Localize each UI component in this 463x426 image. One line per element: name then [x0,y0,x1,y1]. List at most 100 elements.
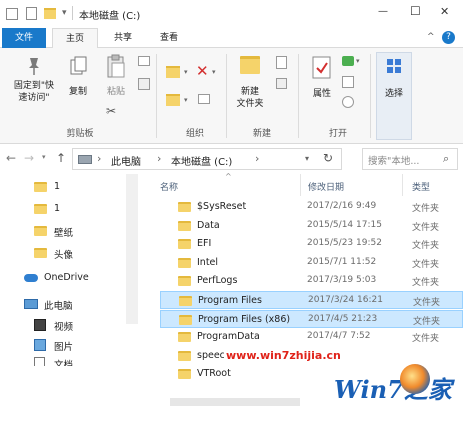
nav-item-onedrive[interactable]: OneDrive [24,272,124,288]
file-row[interactable]: Program Files 2017/3/24 16:21 文件夹 [160,291,463,309]
open-group-label: 打开 [328,129,347,139]
properties-icon [312,56,332,83]
nav-item-quick-folder[interactable]: 头像 [34,246,124,262]
customize-dropdown-icon[interactable]: ▾ [62,8,67,18]
file-row[interactable]: EFI 2015/5/23 19:52 文件夹 [160,235,463,253]
copy-path-icon[interactable] [138,56,150,66]
breadcrumb-separator[interactable]: › [255,152,259,165]
column-header-type[interactable]: 类型 [412,180,430,193]
help-icon[interactable]: ? [442,31,455,44]
nav-item-this-pc[interactable]: 此电脑 [24,298,124,314]
file-row[interactable]: PerfLogs 2017/3/19 5:03 文件夹 [160,272,463,290]
new-folder-button[interactable]: 新建 文件夹 [228,86,272,110]
folder-icon [178,350,191,361]
copy-to-dropdown-icon[interactable]: ▾ [184,96,188,104]
back-button[interactable]: ← [6,151,16,165]
copy-to-icon[interactable] [166,94,180,106]
properties-quick-icon[interactable] [26,7,37,20]
file-date: 2017/3/24 16:21 [308,295,383,305]
delete-icon[interactable]: ✕ [196,62,209,80]
search-box[interactable]: 搜索"本地... ⌕ [362,148,458,170]
forward-button[interactable]: → [24,151,34,165]
cut-icon[interactable]: ✂ [106,104,116,118]
breadcrumb-this-pc[interactable]: 此电脑 [111,153,141,168]
nav-item-quick-folder[interactable]: 1 [34,202,124,218]
document-icon [34,357,45,366]
tab-view[interactable]: 查看 [150,28,188,48]
column-divider[interactable] [402,174,403,196]
file-row[interactable]: $SysReset 2017/2/16 9:49 文件夹 [160,198,463,216]
nav-item-label: 壁纸 [54,228,74,239]
open-icon[interactable] [342,56,354,66]
video-icon [34,319,46,331]
folder-icon [178,369,191,380]
breadcrumb-separator[interactable]: › [157,152,161,165]
nav-item-videos[interactable]: 视频 [34,318,124,334]
nav-item-quick-folder[interactable]: 壁纸 [34,224,124,240]
minimize-button[interactable]: — [378,6,388,17]
nav-item-pictures[interactable]: 图片 [34,338,124,354]
file-row[interactable]: ProgramData 2017/4/7 7:52 文件夹 [160,328,463,346]
new-folder-quick-icon[interactable] [44,8,56,19]
pin-quick-access-button[interactable]: 固定到"快 速访问" [8,80,60,104]
nav-item-label: 视频 [54,322,74,333]
history-icon[interactable] [342,96,354,108]
column-header-name[interactable]: 名称 [160,180,178,193]
recent-dropdown-icon[interactable]: ▾ [42,153,46,161]
watermark-logo: Win7之家 [330,362,460,410]
breadcrumb-drive[interactable]: 本地磁盘 (C:) [171,153,232,168]
folder-icon [179,296,192,306]
tab-file[interactable]: 文件 [2,28,46,48]
cloud-icon [24,274,38,282]
select-button[interactable]: 选择 [378,88,410,100]
windows-flag-icon [400,364,430,394]
new-item-icon[interactable] [276,56,287,69]
folder-icon [178,276,191,287]
quick-access-icon[interactable] [6,8,18,20]
nav-item-label: 文档 [54,360,74,366]
folder-icon [178,332,191,343]
easy-access-icon[interactable] [276,78,287,89]
tab-home[interactable]: 主页 [52,28,98,48]
breadcrumb-separator[interactable]: › [97,152,101,165]
organize-group-label: 组织 [185,129,204,139]
file-row[interactable]: Intel 2015/7/1 11:52 文件夹 [160,254,463,272]
file-name: ProgramData [197,331,260,343]
maximize-button[interactable]: ☐ [410,4,421,18]
open-dropdown-icon[interactable]: ▾ [356,57,360,65]
file-name: Program Files (x86) [198,313,291,325]
column-divider[interactable] [300,174,301,196]
ribbon-separator [298,54,299,138]
address-field[interactable]: › 此电脑 › 本地磁盘 (C:) › ▾ ↻ [72,148,342,170]
close-button[interactable]: ✕ [440,5,449,18]
file-name: Data [197,219,220,231]
tab-share[interactable]: 共享 [104,28,142,48]
delete-dropdown-icon[interactable]: ▾ [212,68,216,76]
address-dropdown-icon[interactable]: ▾ [305,154,309,163]
collapse-ribbon-icon[interactable]: ^ [427,32,435,42]
drive-icon [78,155,92,164]
up-button[interactable]: ↑ [56,151,66,165]
move-to-icon[interactable] [166,66,180,78]
file-row[interactable]: Program Files (x86) 2017/4/5 21:23 文件夹 [160,309,463,328]
move-to-dropdown-icon[interactable]: ▾ [184,68,188,76]
nav-item-documents[interactable]: 文档 [34,356,124,366]
paste-shortcut-icon[interactable] [138,78,150,90]
picture-icon [34,339,46,351]
status-bar [170,398,300,406]
folder-icon [34,226,47,236]
refresh-button[interactable]: ↻ [323,151,333,165]
edit-icon[interactable] [342,76,354,88]
copy-button[interactable]: 复制 [62,86,94,98]
file-type: 文件夹 [412,241,440,252]
search-input[interactable]: 搜索"本地... [368,153,419,167]
properties-button[interactable]: 属性 [306,88,338,100]
paste-button[interactable]: 粘贴 [100,86,132,98]
column-header-date[interactable]: 修改日期 [308,180,344,193]
nav-item-quick-folder[interactable]: 1 [34,180,124,196]
nav-scrollbar[interactable] [126,174,138,324]
file-row[interactable]: Data 2015/5/14 17:15 文件夹 [160,217,463,235]
file-type: 文件夹 [412,259,440,270]
file-name: Intel [197,256,219,268]
rename-icon[interactable] [198,94,210,104]
